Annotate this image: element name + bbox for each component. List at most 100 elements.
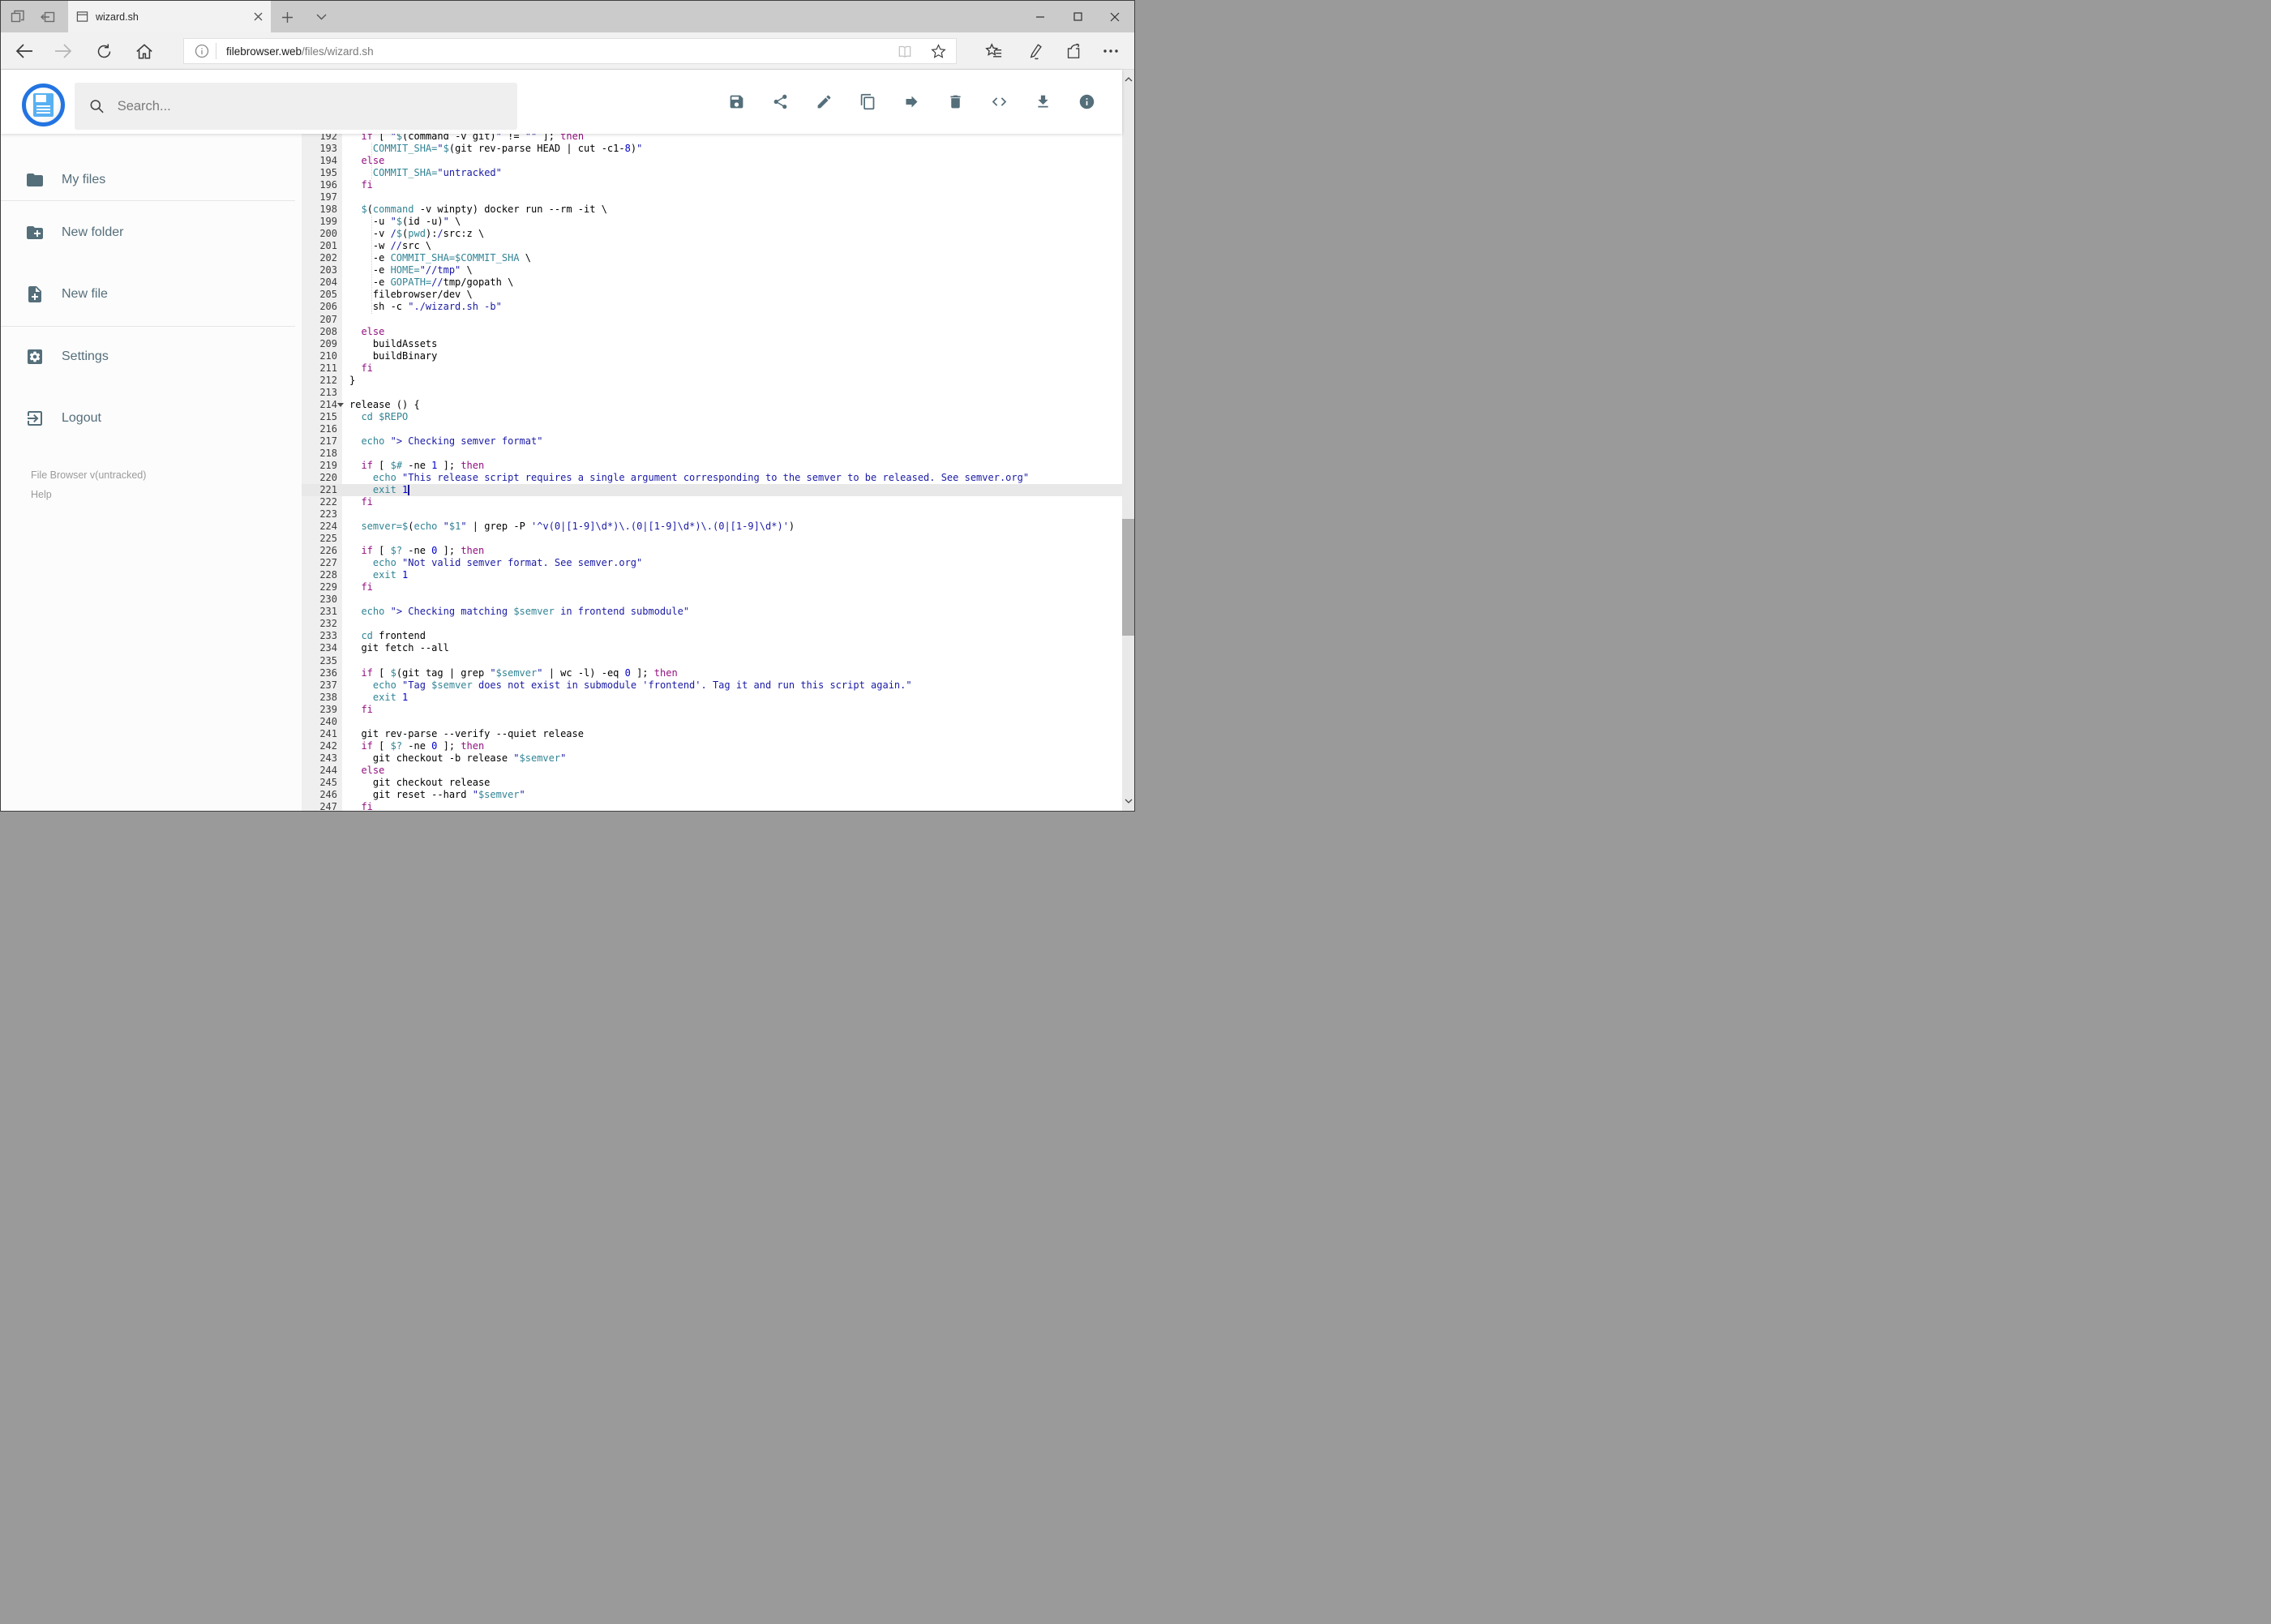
code-line[interactable]: sh -c "./wizard.sh -b" bbox=[349, 301, 502, 313]
code-line[interactable]: exit 1 bbox=[349, 569, 408, 581]
refresh-icon[interactable] bbox=[90, 41, 118, 61]
share-page-icon[interactable] bbox=[1060, 41, 1087, 61]
code-line[interactable]: if [ $# -ne 1 ]; then bbox=[349, 460, 484, 472]
code-line[interactable]: git fetch --all bbox=[349, 642, 448, 654]
move-button[interactable] bbox=[889, 80, 933, 124]
fold-toggle-icon[interactable] bbox=[337, 402, 344, 407]
delete-button[interactable] bbox=[933, 80, 977, 124]
code-editor[interactable]: 192 if [ "$(command -v git)" != "" ]; th… bbox=[302, 134, 1123, 811]
code-line[interactable]: fi bbox=[349, 704, 372, 716]
copy-button[interactable] bbox=[846, 80, 889, 124]
code-line[interactable]: $(command -v winpty) docker run --rm -it… bbox=[349, 204, 606, 216]
code-line[interactable]: exit 1 bbox=[349, 692, 408, 704]
minimize-button[interactable] bbox=[1022, 1, 1059, 32]
code-line[interactable]: } bbox=[349, 375, 355, 387]
sidebar-item-new-file[interactable]: New file bbox=[1, 278, 295, 311]
code-line[interactable]: fi bbox=[349, 179, 372, 191]
back-icon[interactable] bbox=[11, 41, 38, 61]
url-text[interactable]: filebrowser.web/files/wizard.sh bbox=[226, 45, 374, 58]
new-tab-icon[interactable] bbox=[276, 7, 298, 27]
line-number: 221 bbox=[319, 484, 337, 495]
code-button[interactable] bbox=[977, 80, 1021, 124]
scroll-down-icon[interactable] bbox=[1122, 795, 1134, 808]
code-line[interactable]: if [ $(git tag | grep "$semver" | wc -l)… bbox=[349, 667, 677, 679]
code-line[interactable]: -w //src \ bbox=[349, 240, 431, 252]
code-line[interactable]: echo "Tag $semver does not exist in subm… bbox=[349, 679, 912, 692]
code-line[interactable]: -u "$(id -u)" \ bbox=[349, 216, 461, 228]
web-note-pen-icon[interactable] bbox=[1021, 41, 1048, 61]
code-line[interactable]: exit 1 bbox=[349, 484, 408, 496]
code-line[interactable]: git rev-parse --verify --quiet release bbox=[349, 728, 584, 740]
code-line[interactable]: release () { bbox=[349, 399, 420, 411]
app-logo-icon[interactable] bbox=[22, 84, 65, 126]
code-line[interactable]: else bbox=[349, 765, 384, 777]
edit-button[interactable] bbox=[802, 80, 846, 124]
code-line[interactable]: -e HOME="//tmp" \ bbox=[349, 264, 473, 276]
sidebar-item-logout[interactable]: Logout bbox=[1, 402, 295, 435]
code-line[interactable]: filebrowser/dev \ bbox=[349, 289, 473, 301]
code-line[interactable]: echo "> Checking semver format" bbox=[349, 435, 542, 448]
code-line[interactable]: COMMIT_SHA="untracked" bbox=[349, 167, 502, 179]
navigation-bar: filebrowser.web/files/wizard.sh bbox=[1, 32, 1134, 70]
line-number: 201 bbox=[319, 240, 337, 252]
code-line[interactable]: git reset --hard "$semver" bbox=[349, 789, 525, 801]
my-files-icon bbox=[27, 174, 43, 186]
sidebar-item-new-folder[interactable]: New folder bbox=[1, 216, 295, 249]
home-icon[interactable] bbox=[131, 41, 158, 61]
set-aside-tabs-icon[interactable] bbox=[36, 7, 58, 27]
hub-favorites-icon[interactable] bbox=[980, 41, 1008, 61]
info-button[interactable] bbox=[1065, 80, 1108, 124]
code-line[interactable]: if [ $? -ne 0 ]; then bbox=[349, 545, 484, 557]
help-link[interactable]: Help bbox=[31, 489, 52, 500]
code-line[interactable]: if [ "$(command -v git)" != "" ]; then bbox=[349, 134, 584, 143]
code-line[interactable]: else bbox=[349, 326, 384, 338]
browser-tab[interactable]: wizard.sh bbox=[68, 1, 271, 32]
sidebar-item-my-files[interactable]: My files bbox=[1, 164, 295, 196]
code-line[interactable]: else bbox=[349, 155, 384, 167]
sidebar-item-settings[interactable]: Settings bbox=[1, 341, 295, 373]
code-line[interactable]: fi bbox=[349, 496, 372, 508]
code-line[interactable]: buildAssets bbox=[349, 338, 437, 350]
line-number: 237 bbox=[319, 679, 337, 691]
more-actions-icon[interactable] bbox=[1097, 41, 1125, 61]
code-line[interactable]: git checkout -b release "$semver" bbox=[349, 752, 566, 765]
tab-list-chevron-icon[interactable] bbox=[311, 7, 332, 27]
page-scrollbar[interactable] bbox=[1122, 70, 1134, 811]
code-line[interactable]: cd frontend bbox=[349, 630, 425, 642]
save-button[interactable] bbox=[714, 80, 758, 124]
code-line[interactable]: -e COMMIT_SHA=$COMMIT_SHA \ bbox=[349, 252, 531, 264]
code-line[interactable]: echo "> Checking matching $semver in fro… bbox=[349, 606, 689, 618]
code-line[interactable]: -v /$(pwd):/src:z \ bbox=[349, 228, 484, 240]
code-line[interactable]: echo "Not valid semver format. See semve… bbox=[349, 557, 642, 569]
code-line[interactable]: fi bbox=[349, 801, 372, 811]
line-number: 235 bbox=[319, 654, 337, 666]
code-line[interactable]: fi bbox=[349, 581, 372, 593]
new-file-icon bbox=[28, 286, 41, 302]
code-line[interactable]: echo "This release script requires a sin… bbox=[349, 472, 1029, 484]
maximize-button[interactable] bbox=[1059, 1, 1096, 32]
code-line[interactable]: git checkout release bbox=[349, 777, 491, 789]
line-number: 208 bbox=[319, 325, 337, 337]
share-button[interactable] bbox=[758, 80, 802, 124]
code-line[interactable]: fi bbox=[349, 362, 372, 375]
favorite-star-icon[interactable] bbox=[931, 44, 946, 58]
code-line[interactable]: cd $REPO bbox=[349, 411, 408, 423]
scroll-up-icon[interactable] bbox=[1122, 73, 1134, 86]
site-info-icon[interactable] bbox=[195, 44, 209, 58]
line-number: 247 bbox=[319, 800, 337, 811]
forward-icon[interactable] bbox=[49, 41, 77, 61]
code-line[interactable]: -e GOPATH=//tmp/gopath \ bbox=[349, 276, 513, 289]
code-line[interactable]: buildBinary bbox=[349, 350, 437, 362]
download-button[interactable] bbox=[1021, 80, 1065, 124]
code-line[interactable]: COMMIT_SHA="$(git rev-parse HEAD | cut -… bbox=[349, 143, 642, 155]
tab-preview-icon[interactable] bbox=[7, 7, 28, 27]
close-window-button[interactable] bbox=[1096, 1, 1133, 32]
tab-close-icon[interactable] bbox=[254, 12, 263, 21]
search-box[interactable] bbox=[75, 83, 517, 130]
code-line[interactable]: if [ $? -ne 0 ]; then bbox=[349, 740, 484, 752]
line-number: 242 bbox=[319, 739, 337, 752]
scrollbar-thumb[interactable] bbox=[1122, 519, 1134, 636]
code-line[interactable]: semver=$(echo "$1" | grep -P '^v(0|[1-9]… bbox=[349, 521, 795, 533]
address-bar[interactable]: filebrowser.web/files/wizard.sh bbox=[183, 38, 957, 64]
search-input[interactable] bbox=[115, 97, 503, 115]
